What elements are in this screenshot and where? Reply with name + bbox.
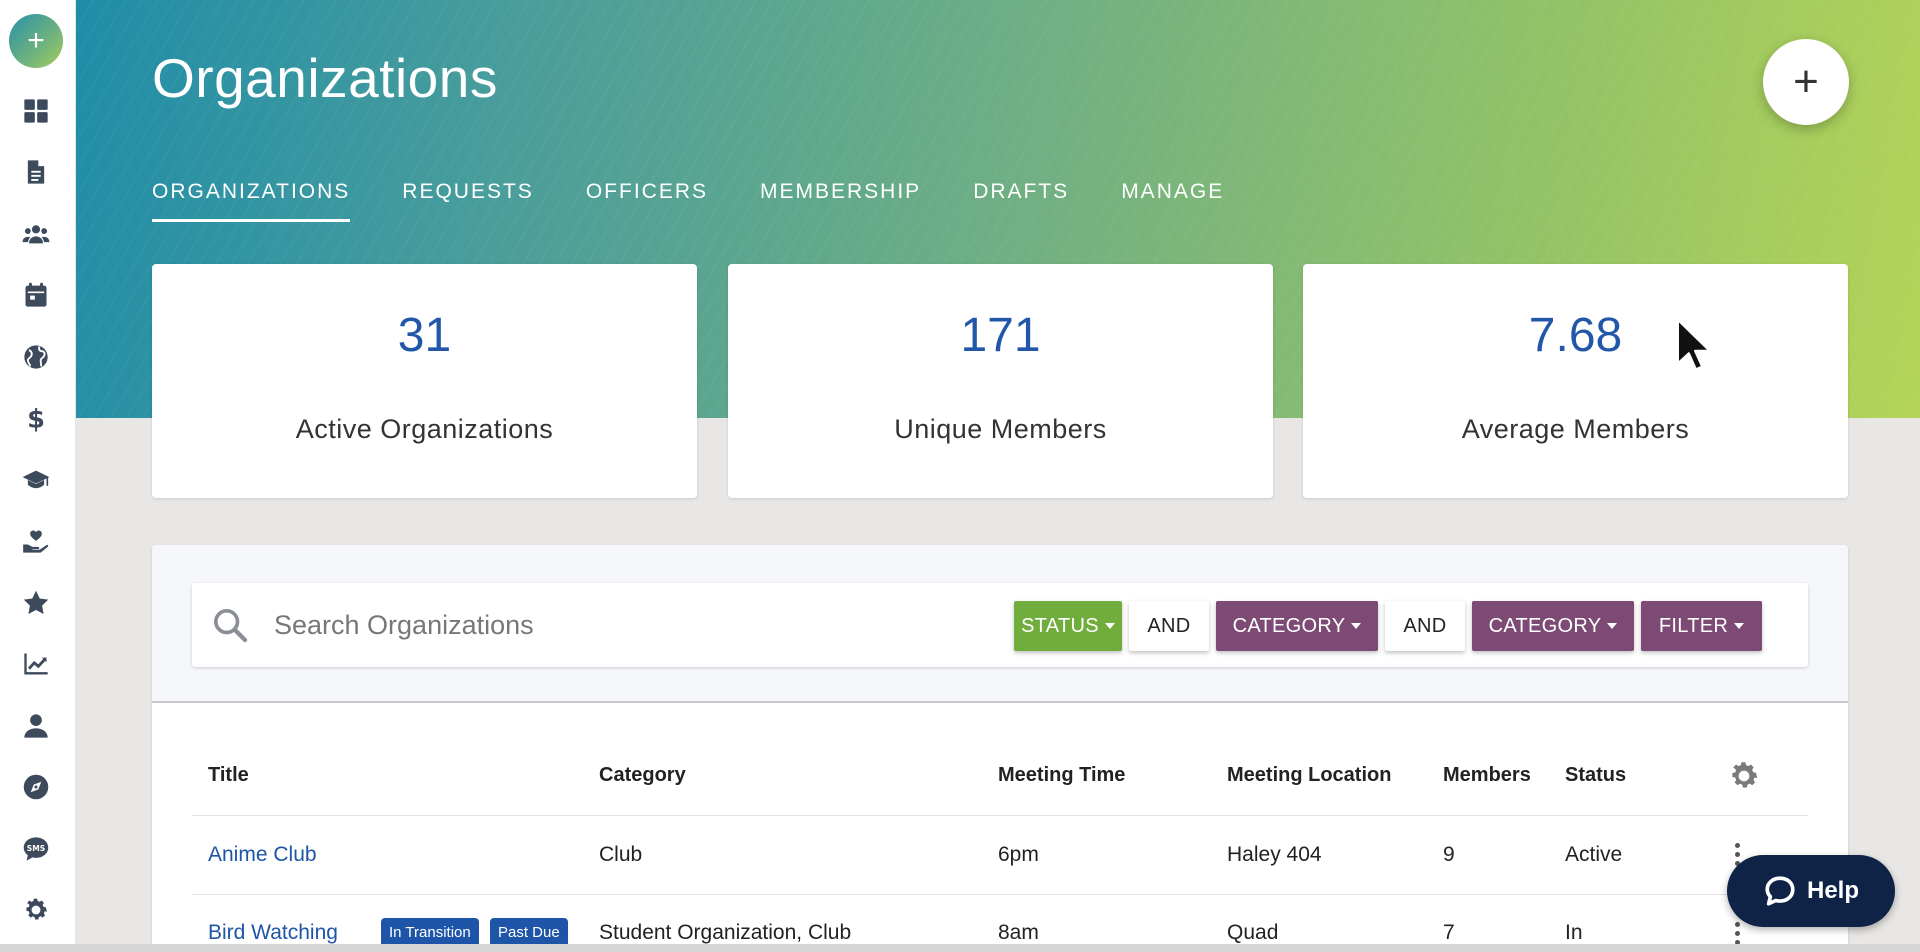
window-bottom-edge <box>0 944 1920 952</box>
organization-category: Student Organization, Club <box>599 921 852 944</box>
search-icon <box>214 609 248 643</box>
organization-members: 9 <box>1443 843 1455 866</box>
status-badge-past-due: Past Due <box>490 918 568 947</box>
dashboard-icon[interactable] <box>18 93 54 129</box>
svg-text:SMS: SMS <box>27 844 45 853</box>
search-bar: STATUS AND CATEGORY AND CATEGORY FILTER <box>192 583 1808 667</box>
document-icon[interactable] <box>18 154 54 190</box>
row-divider <box>192 894 1808 895</box>
tab-membership[interactable]: MEMBERSHIP <box>760 180 921 222</box>
stat-card-unique-members: 171 Unique Members <box>728 264 1273 498</box>
filter-label: FILTER <box>1658 614 1729 637</box>
mouse-cursor-icon <box>1676 318 1710 371</box>
sidebar-add-button[interactable]: + <box>9 14 63 68</box>
organization-title-link[interactable]: Anime Club <box>208 843 317 867</box>
stat-card-average-members: 7.68 Average Members <box>1303 264 1848 498</box>
tab-bar: ORGANIZATIONS REQUESTS OFFICERS MEMBERSH… <box>152 180 1276 222</box>
search-input[interactable] <box>274 601 974 649</box>
column-header-title[interactable]: Title <box>208 764 249 787</box>
organization-meeting-time: 6pm <box>998 843 1039 866</box>
tab-requests[interactable]: REQUESTS <box>402 180 534 222</box>
organization-meeting-location: Quad <box>1227 921 1279 944</box>
status-badge-in-transition: In Transition <box>381 918 479 947</box>
svg-text:$: $ <box>27 404 45 432</box>
help-button[interactable]: Help <box>1727 855 1895 927</box>
category-filter-button[interactable]: CATEGORY <box>1216 601 1378 651</box>
organization-meeting-location: Haley 404 <box>1227 843 1322 866</box>
caret-down-icon <box>1351 623 1362 629</box>
tab-organizations[interactable]: ORGANIZATIONS <box>152 180 351 222</box>
caret-down-icon <box>1607 623 1618 629</box>
dollar-icon[interactable]: $ <box>18 400 54 436</box>
tab-manage[interactable]: MANAGE <box>1121 180 1224 222</box>
organization-title-link[interactable]: Bird Watching <box>208 921 338 945</box>
status-filter-label: STATUS <box>1021 614 1099 637</box>
column-header-status[interactable]: Status <box>1565 764 1626 787</box>
stat-label: Average Members <box>1461 414 1690 444</box>
category-filter-label: CATEGORY <box>1232 614 1346 637</box>
sidebar: + $ SMS <box>0 0 76 952</box>
tab-officers[interactable]: OFFICERS <box>586 180 708 222</box>
organization-category: Club <box>599 843 643 866</box>
users-icon[interactable] <box>18 216 54 252</box>
chat-bubble-icon <box>1765 876 1795 906</box>
organization-members: 7 <box>1443 921 1455 944</box>
stat-label: Active Organizations <box>295 414 554 444</box>
calendar-icon[interactable] <box>18 277 54 313</box>
category-filter-label: CATEGORY <box>1488 614 1602 637</box>
stat-value: 7.68 <box>1528 309 1623 362</box>
user-icon[interactable] <box>18 708 54 744</box>
and-operator-button[interactable]: AND <box>1385 601 1465 651</box>
status-filter-button[interactable]: STATUS <box>1014 601 1122 651</box>
tab-drafts[interactable]: DRAFTS <box>973 180 1069 222</box>
organization-status: Active <box>1565 843 1623 866</box>
table-settings-gear-icon[interactable] <box>1727 759 1761 793</box>
add-organization-button[interactable]: + <box>1763 39 1849 125</box>
column-header-meeting-time[interactable]: Meeting Time <box>998 764 1125 787</box>
stat-value: 31 <box>397 309 452 362</box>
filter-button[interactable]: FILTER <box>1641 601 1762 651</box>
gear-icon[interactable] <box>18 892 54 928</box>
star-icon[interactable] <box>18 585 54 621</box>
search-area: STATUS AND CATEGORY AND CATEGORY FILTER <box>152 545 1848 703</box>
organization-status: In <box>1565 921 1583 944</box>
category-filter-button[interactable]: CATEGORY <box>1472 601 1634 651</box>
page-title: Organizations <box>152 47 498 109</box>
row-divider <box>192 815 1808 816</box>
compass-icon[interactable] <box>18 769 54 805</box>
hand-heart-icon[interactable] <box>18 523 54 559</box>
chart-line-icon[interactable] <box>18 646 54 682</box>
caret-down-icon <box>1104 623 1115 629</box>
stat-value: 171 <box>960 309 1041 362</box>
caret-down-icon <box>1734 623 1745 629</box>
sms-icon[interactable]: SMS <box>18 831 54 867</box>
help-label: Help <box>1806 877 1859 904</box>
column-header-meeting-location[interactable]: Meeting Location <box>1227 764 1391 787</box>
organization-meeting-time: 8am <box>998 921 1039 944</box>
and-operator-button[interactable]: AND <box>1129 601 1209 651</box>
organizations-panel: STATUS AND CATEGORY AND CATEGORY FILTER <box>152 545 1848 952</box>
stat-label: Unique Members <box>894 414 1107 444</box>
stat-card-active-organizations: 31 Active Organizations <box>152 264 697 498</box>
globe-icon[interactable] <box>18 339 54 375</box>
column-header-members[interactable]: Members <box>1443 764 1531 787</box>
column-header-category[interactable]: Category <box>599 764 686 787</box>
graduation-cap-icon[interactable] <box>18 462 54 498</box>
